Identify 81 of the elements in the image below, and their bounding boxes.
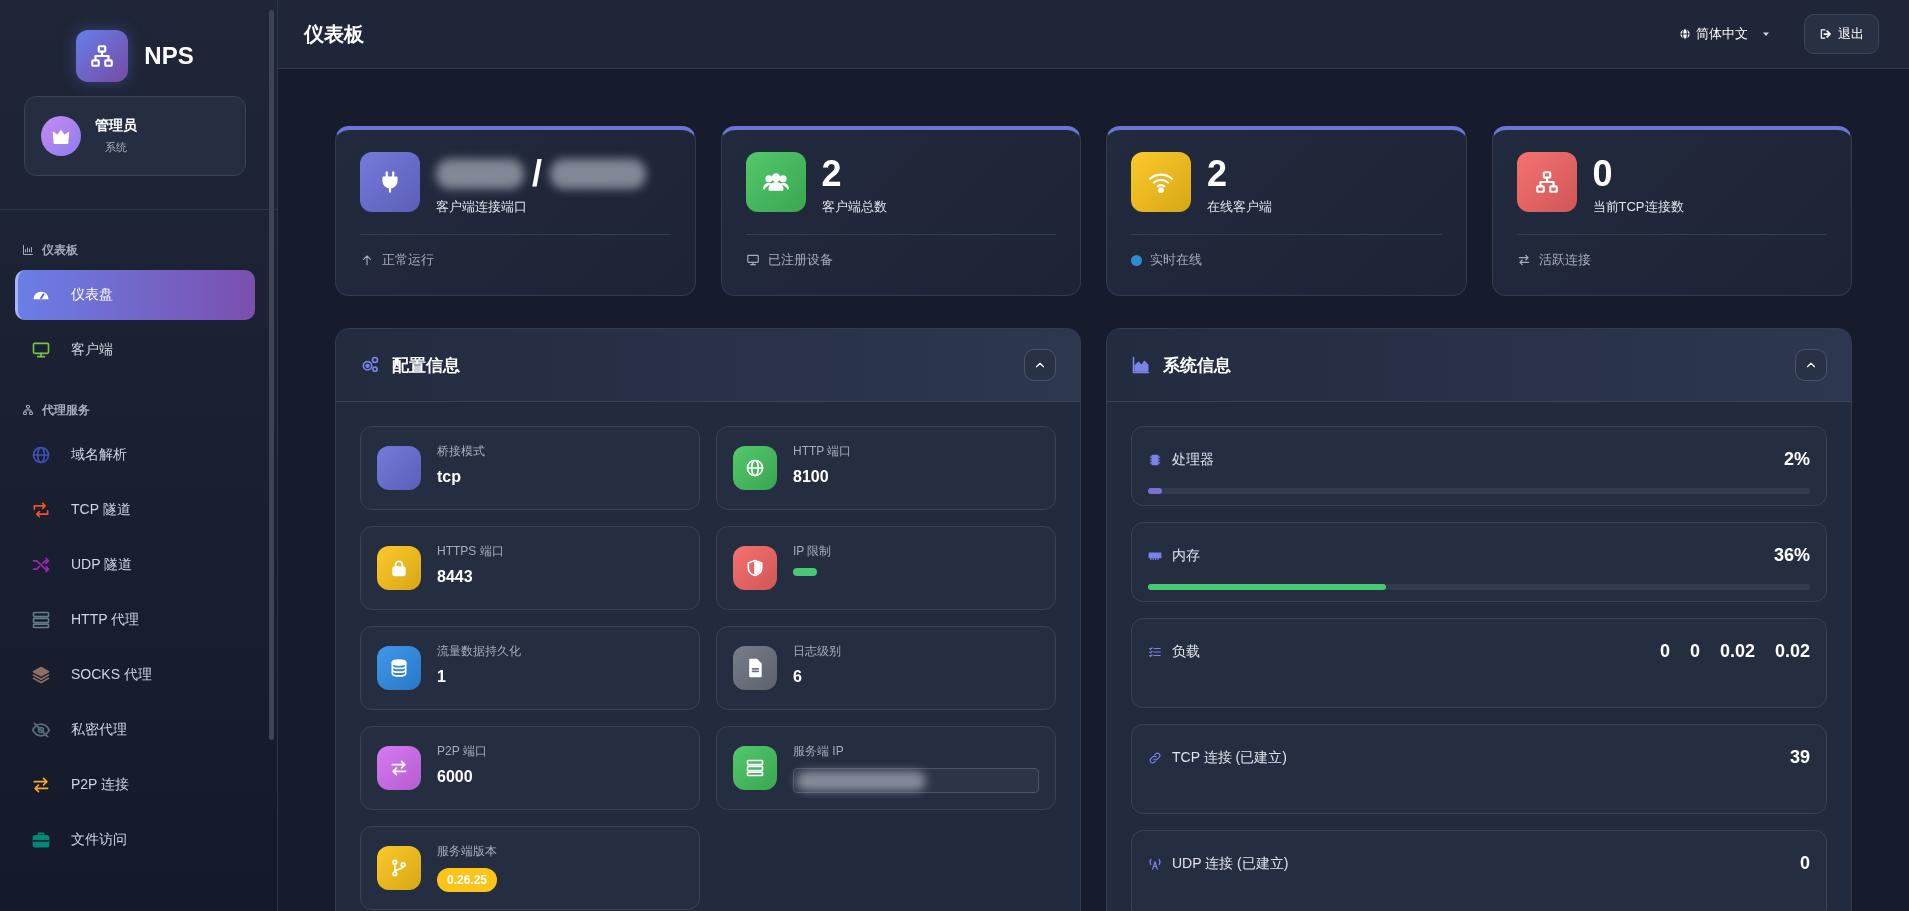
ip-field[interactable] <box>793 768 1039 793</box>
nav-item[interactable]: 私密代理 <box>15 705 255 755</box>
stat-label: 在线客户端 <box>1207 198 1272 216</box>
language-dropdown[interactable]: 简体中文 <box>1678 25 1772 43</box>
logo-icon <box>76 30 129 82</box>
metric-label: 处理器 <box>1172 450 1214 469</box>
stat-value: 2 <box>1207 153 1228 195</box>
section-label: 代理服务 <box>42 401 90 419</box>
metric-icon <box>1148 750 1162 765</box>
metric-label: UDP 连接 (已建立) <box>1172 854 1289 873</box>
config-label: IP 限制 <box>793 543 833 560</box>
scrollbar[interactable] <box>269 10 274 740</box>
user-role: 系统 <box>104 140 128 155</box>
status-dot <box>1131 254 1142 266</box>
config-value: 1 <box>437 668 447 686</box>
stat-value: 2 <box>821 153 842 195</box>
load-value: 0 <box>1689 641 1700 662</box>
load-value: 0.02 <box>1774 641 1810 662</box>
logout-icon <box>1819 27 1833 41</box>
nav-item[interactable]: UDP 隧道 <box>15 540 255 590</box>
stat-footer: 实时在线 <box>1150 251 1202 269</box>
footer-icon <box>360 253 374 267</box>
nav-item[interactable]: TCP 隧道 <box>15 485 255 535</box>
nav-item[interactable]: 文件访问 <box>15 815 255 865</box>
stat-footer: 已注册设备 <box>767 251 833 269</box>
logout-button[interactable]: 退出 <box>1804 14 1879 54</box>
metric-label: TCP 连接 (已建立) <box>1172 748 1287 767</box>
panel-title: 配置信息 <box>392 354 460 377</box>
user-name: 管理员 <box>95 117 137 135</box>
version-badge: 0.26.25 <box>437 868 498 892</box>
metric-icon <box>1148 856 1162 871</box>
config-value: 6 <box>793 668 803 686</box>
nav-item[interactable]: P2P 连接 <box>15 760 255 810</box>
config-value: 8443 <box>437 568 474 586</box>
config-label: HTTPS 端口 <box>437 543 505 560</box>
footer-icon <box>1516 253 1531 267</box>
config-label: HTTP 端口 <box>793 443 853 460</box>
section-icon <box>22 244 34 256</box>
nav-item[interactable]: HTTP 代理 <box>15 595 255 645</box>
panel-title: 系统信息 <box>1163 354 1231 377</box>
collapse-button[interactable] <box>1795 349 1827 381</box>
gears-icon <box>360 355 380 375</box>
stat-value: 0 <box>1592 153 1613 195</box>
area-chart-icon <box>1131 355 1151 375</box>
stat-label: 客户端连接端口 <box>436 198 528 216</box>
config-label: 日志级别 <box>793 643 842 660</box>
nav-item[interactable]: 域名解析 <box>15 430 255 480</box>
load-value: 0.02 <box>1719 641 1755 662</box>
metric-icon <box>1148 452 1162 467</box>
metric-value: 36% <box>1773 545 1810 566</box>
section-label: 仪表板 <box>42 241 78 259</box>
stat-label: 当前TCP连接数 <box>1592 198 1684 216</box>
footer-icon <box>745 253 760 267</box>
config-label: 服务端版本 <box>437 843 498 860</box>
metric-value: 39 <box>1789 747 1810 768</box>
brand-name: NPS <box>144 42 194 70</box>
config-label: P2P 端口 <box>437 743 488 760</box>
config-label: 流量数据持久化 <box>437 643 522 660</box>
nav-item[interactable]: 仪表盘 <box>15 270 255 320</box>
section-icon <box>22 404 34 416</box>
metric-icon <box>1148 644 1162 659</box>
globe-icon <box>1678 27 1692 41</box>
metric-value: 2% <box>1784 449 1810 470</box>
config-value: 8100 <box>793 468 830 486</box>
page-title: 仪表板 <box>304 21 364 47</box>
nav-item[interactable]: 客户端 <box>15 325 255 375</box>
config-label: 服务端 IP <box>793 743 845 760</box>
nav-item[interactable]: SOCKS 代理 <box>15 650 255 700</box>
metric-value: 0 <box>1800 853 1810 874</box>
stat-value: / <box>532 153 542 195</box>
metric-label: 内存 <box>1172 546 1200 565</box>
load-value: 0 <box>1659 641 1670 662</box>
collapse-button[interactable] <box>1024 349 1056 381</box>
stat-footer: 正常运行 <box>382 251 434 269</box>
crown-icon <box>41 116 81 156</box>
config-value: tcp <box>437 468 462 486</box>
metric-label: 负载 <box>1172 642 1200 661</box>
config-label: 桥接模式 <box>437 443 486 460</box>
stat-footer: 活跃连接 <box>1538 251 1591 269</box>
stat-label: 客户端总数 <box>821 198 887 216</box>
config-value: 6000 <box>437 768 474 786</box>
